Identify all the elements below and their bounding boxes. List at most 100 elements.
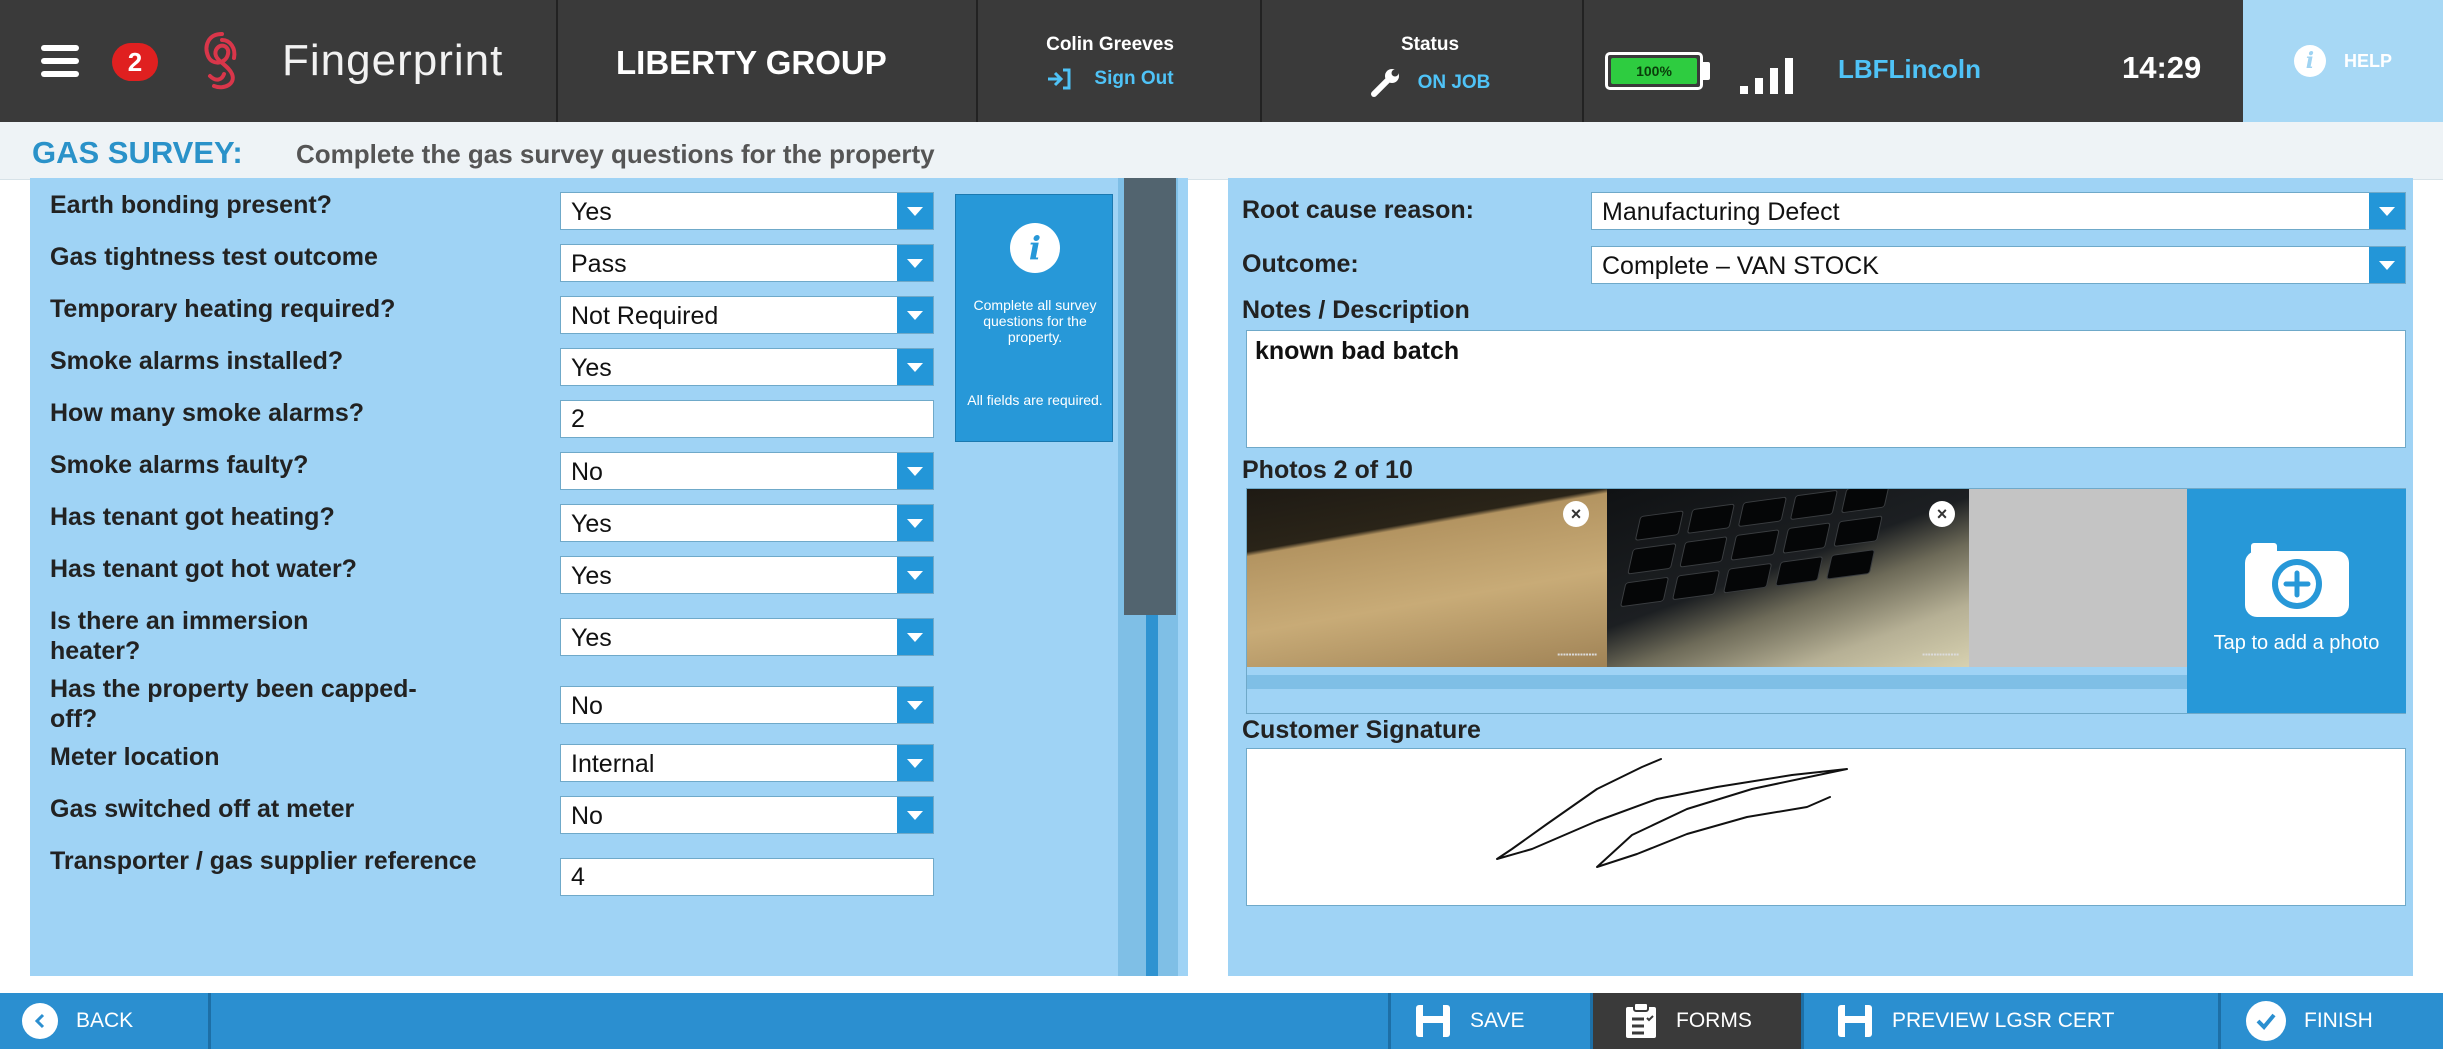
smoke-alarms-installed-select[interactable]: Yes xyxy=(560,348,934,386)
meter-location-select[interactable]: Internal xyxy=(560,744,934,782)
info-icon: i xyxy=(1010,223,1060,273)
signature-label: Customer Signature xyxy=(1242,716,1481,744)
back-button[interactable]: BACK xyxy=(22,993,133,1049)
immersion-heater-select[interactable]: Yes xyxy=(560,618,934,656)
question-label: Temporary heating required? xyxy=(50,295,396,323)
chevron-down-icon xyxy=(897,193,933,229)
clock: 14:29 xyxy=(2122,50,2202,85)
details-panel: Root cause reason: Manufacturing Defect … xyxy=(1228,178,2413,976)
chevron-down-icon xyxy=(897,619,933,655)
supplier-reference-input[interactable]: 4 xyxy=(560,858,934,896)
page-subtitle: Complete the gas survey questions for th… xyxy=(296,139,935,169)
chevron-down-icon xyxy=(897,453,933,489)
preview-lgsr-button[interactable]: PREVIEW LGSR CERT xyxy=(1836,993,2115,1049)
chevron-down-icon xyxy=(897,745,933,781)
scrollbar-thumb[interactable] xyxy=(1124,178,1176,615)
menu-icon[interactable] xyxy=(40,0,80,122)
scrollbar-rail xyxy=(1146,615,1158,976)
sign-out-icon xyxy=(1048,68,1071,90)
battery-icon: 100% xyxy=(1605,52,1703,90)
chevron-down-icon xyxy=(897,797,933,833)
page-title-bar: GAS SURVEY: Complete the gas survey ques… xyxy=(0,122,2443,180)
finish-button[interactable]: FINISH xyxy=(2246,993,2373,1049)
gas-tightness-select[interactable]: Pass xyxy=(560,244,934,282)
smoke-alarms-faulty-select[interactable]: No xyxy=(560,452,934,490)
chevron-down-icon xyxy=(897,687,933,723)
photo-timestamp: ▪▪▪▪▪▪▪▪▪▪▪▪▪ xyxy=(1922,650,1959,659)
signature-pad[interactable] xyxy=(1246,748,2406,906)
help-label: HELP xyxy=(2343,50,2392,71)
chevron-down-icon xyxy=(897,245,933,281)
temporary-heating-select[interactable]: Not Required xyxy=(560,296,934,334)
info-panel: i Complete all survey questions for the … xyxy=(955,194,1113,442)
tenant-hot-water-select[interactable]: Yes xyxy=(560,556,934,594)
photo-gallery: × ▪▪▪▪▪▪▪▪▪▪▪▪▪▪ × ▪▪▪▪▪▪▪▪▪▪▪▪▪ Tap to … xyxy=(1246,488,2406,714)
status-block[interactable]: Status ON JOB xyxy=(1340,34,1520,98)
question-label: Is there an immersion heater? xyxy=(50,607,309,665)
earth-bonding-select[interactable]: Yes xyxy=(560,192,934,230)
help-button[interactable]: i HELP xyxy=(2243,0,2443,122)
photo-timestamp: ▪▪▪▪▪▪▪▪▪▪▪▪▪▪ xyxy=(1557,650,1597,659)
notes-textarea[interactable]: known bad batch xyxy=(1246,330,2406,448)
outcome-select[interactable]: Complete – VAN STOCK xyxy=(1591,246,2406,284)
smoke-alarm-count-input[interactable]: 2 xyxy=(560,400,934,438)
wrench-icon xyxy=(1370,69,1399,97)
signal-strength-icon xyxy=(1740,50,1810,94)
photos-label: Photos 2 of 10 xyxy=(1242,456,1413,484)
close-icon[interactable]: × xyxy=(1929,501,1955,527)
chevron-down-icon xyxy=(2369,193,2405,229)
add-photo-label: Tap to add a photo xyxy=(2213,632,2380,654)
checkmark-icon xyxy=(2246,1001,2286,1041)
question-label: Meter location xyxy=(50,743,220,771)
company-name: LIBERTY GROUP xyxy=(616,44,887,81)
question-label: Smoke alarms faulty? xyxy=(50,451,309,479)
chevron-down-icon xyxy=(897,349,933,385)
user-name: Colin Greeves xyxy=(1046,34,1174,55)
survey-panel: Earth bonding present? Yes Gas tightness… xyxy=(30,178,1188,976)
info-icon: i xyxy=(2293,45,2326,77)
fingerprint-logo-icon xyxy=(204,32,237,90)
notification-badge[interactable]: 2 xyxy=(112,43,158,81)
sign-out-label: Sign Out xyxy=(1094,68,1174,89)
question-label: How many smoke alarms? xyxy=(50,399,365,427)
question-label: Transporter / gas supplier reference xyxy=(50,847,477,875)
keyboard-keys xyxy=(1619,489,1891,608)
question-label: Earth bonding present? xyxy=(50,191,332,219)
signature-drawing xyxy=(1496,758,1848,868)
photo-thumbnail[interactable]: × ▪▪▪▪▪▪▪▪▪▪▪▪▪▪ xyxy=(1247,489,1607,667)
network-name: LBFLincoln xyxy=(1838,54,1981,84)
chevron-left-icon xyxy=(22,1003,58,1039)
page-title: GAS SURVEY: xyxy=(32,135,243,170)
status-title: Status xyxy=(1400,34,1460,55)
chevron-down-icon xyxy=(897,557,933,593)
close-icon[interactable]: × xyxy=(1563,501,1589,527)
question-label: Gas tightness test outcome xyxy=(50,243,378,271)
chevron-down-icon xyxy=(897,505,933,541)
photo-scrollbar[interactable] xyxy=(1247,675,2187,689)
add-photo-button[interactable]: Tap to add a photo xyxy=(2187,489,2406,713)
question-label: Has the property been capped-off? xyxy=(50,675,417,733)
top-bar: 2 Fingerprint LIBERTY GROUP Colin Greeve… xyxy=(0,0,2443,122)
user-block: Colin Greeves Sign Out xyxy=(1000,34,1220,90)
root-cause-select[interactable]: Manufacturing Defect xyxy=(1591,192,2406,230)
gas-switched-off-select[interactable]: No xyxy=(560,796,934,834)
question-label: Smoke alarms installed? xyxy=(50,347,344,375)
forms-button[interactable]: FORMS xyxy=(1624,993,1752,1049)
save-icon xyxy=(1838,1005,1872,1037)
outcome-label: Outcome: xyxy=(1242,250,1359,278)
save-icon xyxy=(1416,1005,1450,1037)
tenant-heating-select[interactable]: Yes xyxy=(560,504,934,542)
save-button[interactable]: SAVE xyxy=(1414,993,1524,1049)
photo-thumbnail[interactable]: × ▪▪▪▪▪▪▪▪▪▪▪▪▪ xyxy=(1607,489,1969,667)
status-value: ON JOB xyxy=(1417,72,1491,93)
notes-label: Notes / Description xyxy=(1242,296,1470,324)
chevron-down-icon xyxy=(897,297,933,333)
root-cause-label: Root cause reason: xyxy=(1242,196,1475,224)
chevron-down-icon xyxy=(2369,247,2405,283)
camera-add-icon xyxy=(2245,543,2349,617)
clipboard-icon xyxy=(1626,1002,1656,1038)
question-label: Gas switched off at meter xyxy=(50,795,355,823)
question-label: Has tenant got heating? xyxy=(50,503,335,531)
sign-out-button[interactable]: Sign Out xyxy=(1000,68,1220,90)
capped-off-select[interactable]: No xyxy=(560,686,934,724)
